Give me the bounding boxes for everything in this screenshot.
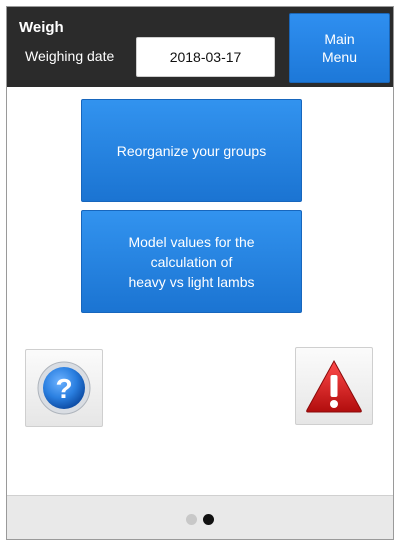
weighing-date-field[interactable] bbox=[136, 37, 275, 77]
help-question-icon: ? bbox=[37, 361, 91, 415]
weighing-date-label: Weighing date bbox=[25, 48, 115, 64]
alert-button[interactable] bbox=[295, 347, 373, 425]
page-dot-1[interactable] bbox=[186, 514, 197, 525]
pager-footer bbox=[7, 495, 393, 539]
svg-text:?: ? bbox=[55, 373, 72, 404]
page-title: Weigh bbox=[19, 19, 64, 36]
page-indicator bbox=[7, 514, 393, 525]
page-dot-2[interactable] bbox=[203, 514, 214, 525]
header-bar: Weigh Weighing date Main Menu bbox=[7, 7, 393, 87]
help-button[interactable]: ? bbox=[25, 349, 103, 427]
model-values-button[interactable]: Model values for the calculation of heav… bbox=[81, 210, 302, 313]
warning-exclamation-icon bbox=[306, 359, 362, 413]
app-window: Weigh Weighing date Main Menu Reorganize… bbox=[6, 6, 394, 540]
reorganize-groups-button[interactable]: Reorganize your groups bbox=[81, 99, 302, 202]
main-menu-button[interactable]: Main Menu bbox=[289, 13, 390, 83]
